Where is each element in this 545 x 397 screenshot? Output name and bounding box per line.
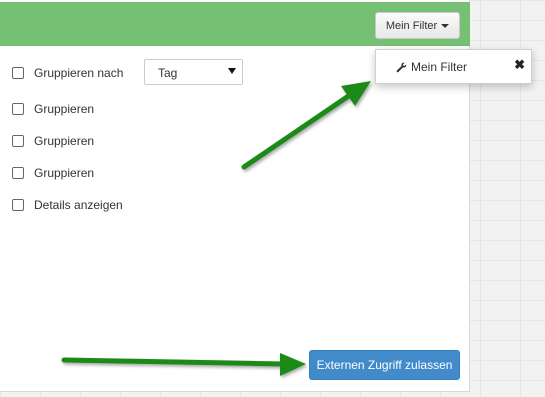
allow-external-access-label: Externen Zugriff zulassen <box>316 358 453 372</box>
caret-down-icon <box>441 23 450 28</box>
group-checkbox-1[interactable] <box>12 103 24 115</box>
group-row-3: Gruppieren <box>12 166 94 180</box>
group-by-label: Gruppieren nach <box>34 66 124 80</box>
filter-button-label: Mein Filter <box>385 19 438 32</box>
group-row-2: Gruppieren <box>12 134 94 148</box>
group-label-2: Gruppieren <box>34 134 95 148</box>
group-row-1: Gruppieren <box>12 102 94 116</box>
dropdown-item-label: Mein Filter <box>411 60 468 74</box>
group-by-checkbox[interactable] <box>12 67 24 79</box>
filter-dropdown-menu: Mein Filter ✖ <box>375 49 532 84</box>
wrench-icon <box>396 62 407 72</box>
group-by-select[interactable]: Tag <box>144 59 243 85</box>
group-label-1: Gruppieren <box>34 102 95 116</box>
select-arrow-icon <box>228 68 236 74</box>
group-label-3: Gruppieren <box>34 166 95 180</box>
details-label: Details anzeigen <box>34 198 123 212</box>
allow-external-access-button[interactable]: Externen Zugriff zulassen <box>309 350 460 380</box>
close-icon[interactable]: ✖ <box>514 58 525 71</box>
dropdown-item-my-filter[interactable]: Mein Filter <box>396 60 467 74</box>
details-checkbox[interactable] <box>12 199 24 211</box>
group-by-select-value: Tag <box>158 66 178 80</box>
group-checkbox-2[interactable] <box>12 135 24 147</box>
group-checkbox-3[interactable] <box>12 167 24 179</box>
details-row: Details anzeigen <box>12 198 123 212</box>
group-by-row: Gruppieren nach <box>12 66 123 80</box>
filter-dropdown-button[interactable]: Mein Filter <box>375 12 460 39</box>
